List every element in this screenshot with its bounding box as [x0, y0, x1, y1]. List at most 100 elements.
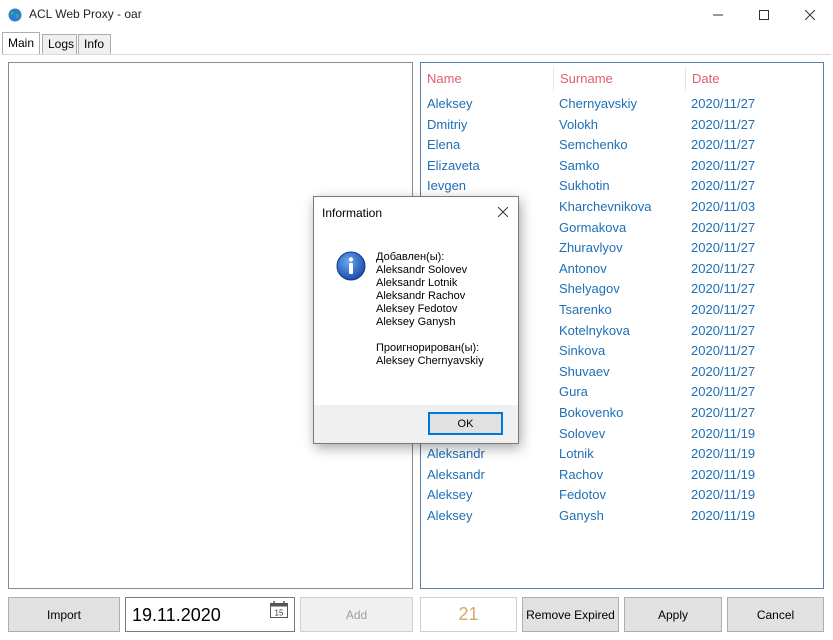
cell-surname: Antonov — [559, 260, 607, 276]
list-row[interactable]: Elena Semchenko 2020/11/27 — [421, 135, 823, 156]
info-icon — [336, 251, 366, 284]
cell-date: 2020/11/19 — [691, 425, 756, 441]
list-row[interactable]: Aleksey Ganysh 2020/11/19 — [421, 506, 823, 527]
cell-name: Elena — [427, 137, 461, 153]
cell-date: 2020/11/27 — [691, 343, 756, 359]
calendar-day: 15 — [275, 609, 284, 618]
cell-name: Elizaveta — [427, 157, 480, 173]
cell-date: 2020/11/27 — [691, 363, 756, 379]
dialog-message-line: Aleksandr Rachov — [376, 290, 466, 302]
list-row[interactable]: Dmitriy Volokh 2020/11/27 — [421, 115, 823, 136]
cell-surname: Tsarenko — [559, 301, 612, 317]
list-row[interactable]: Aleksandr Lotnik 2020/11/19 — [421, 444, 823, 465]
cell-surname: Shelyagov — [559, 281, 620, 297]
date-value: 19.11.2020 — [132, 605, 221, 625]
cell-date: 2020/11/27 — [691, 219, 756, 235]
cancel-button[interactable]: Cancel — [727, 597, 824, 632]
cell-date: 2020/11/19 — [691, 446, 756, 462]
tab-main[interactable]: Main — [2, 32, 40, 54]
cell-surname: Lotnik — [559, 446, 594, 462]
cell-surname: Chernyavskiy — [559, 96, 638, 111]
cell-date: 2020/11/27 — [691, 260, 756, 276]
list-row[interactable]: Aleksey Fedotov 2020/11/19 — [421, 485, 823, 506]
list-row[interactable]: Aleksey Chernyavskiy 2020/11/27 — [421, 94, 823, 115]
cell-surname: Solovev — [559, 425, 606, 441]
tab-logs[interactable]: Logs — [42, 34, 77, 54]
cell-surname: Kharchevnikova — [559, 198, 652, 214]
cell-surname: Samko — [559, 157, 600, 173]
cell-surname: Sukhotin — [559, 178, 610, 194]
cell-date: 2020/11/27 — [691, 116, 756, 132]
dialog-title: Information — [322, 206, 383, 220]
cell-name: Ievgen — [427, 178, 467, 194]
cell-date: 2020/11/27 — [691, 281, 756, 297]
minimize-button[interactable] — [695, 0, 741, 30]
cell-name: Dmitriy — [427, 116, 468, 132]
cell-surname: Shuvaev — [559, 363, 610, 379]
dialog-message-line: Aleksandr Lotnik — [376, 277, 458, 289]
ok-button[interactable]: OK — [428, 412, 503, 435]
minimize-icon — [713, 14, 723, 16]
maximize-icon — [759, 10, 769, 20]
dialog-close-button[interactable] — [490, 201, 516, 223]
dialog-message-line: Aleksey Chernyavskiy — [376, 355, 484, 367]
dialog-message-line: Aleksey Fedotov — [376, 303, 458, 315]
remove-expired-button[interactable]: Remove Expired — [522, 597, 619, 632]
cell-surname: Bokovenko — [559, 404, 624, 420]
cell-date: 2020/11/19 — [691, 507, 756, 523]
globe-icon — [8, 8, 22, 22]
window-title: ACL Web Proxy - oar — [29, 7, 142, 21]
cell-surname: Volokh — [559, 116, 599, 132]
cell-surname: Kotelnykova — [559, 322, 630, 338]
dialog-message-line — [376, 329, 484, 342]
list-row[interactable]: Ievgen Sukhotin 2020/11/27 — [421, 176, 823, 197]
maximize-button[interactable] — [741, 0, 787, 30]
date-picker[interactable]: 19.11.2020 15 — [125, 597, 295, 632]
cell-date: 2020/11/27 — [691, 404, 756, 420]
dialog-footer: OK — [314, 405, 518, 443]
column-header-name[interactable]: Name — [421, 67, 554, 91]
cell-surname: Fedotov — [559, 487, 606, 503]
dialog-message-line: Aleksey Ganysh — [376, 316, 456, 328]
close-icon — [498, 207, 508, 217]
close-icon — [805, 10, 815, 20]
dialog-message-line: Aleksandr Solovev — [376, 264, 468, 276]
cell-name: Aleksey — [427, 96, 473, 111]
cell-surname: Rachov — [559, 466, 604, 482]
cell-date: 2020/11/19 — [691, 466, 756, 482]
list-row[interactable]: Aleksandr Rachov 2020/11/19 — [421, 465, 823, 486]
column-header-surname[interactable]: Surname — [554, 67, 686, 91]
cell-surname: Semchenko — [559, 137, 628, 153]
list-row[interactable]: Elizaveta Samko 2020/11/27 — [421, 156, 823, 177]
cell-date: 2020/11/03 — [691, 198, 756, 214]
cell-name: Aleksey — [427, 507, 473, 523]
tab-info[interactable]: Info — [78, 34, 111, 54]
cell-date: 2020/11/27 — [691, 301, 756, 317]
apply-button[interactable]: Apply — [624, 597, 722, 632]
cell-date: 2020/11/27 — [691, 137, 756, 153]
close-button[interactable] — [787, 0, 833, 30]
cell-name: Aleksey — [427, 487, 473, 503]
cell-name: Aleksandr — [427, 466, 485, 482]
title-bar: ACL Web Proxy - oar — [0, 0, 833, 30]
information-dialog: Information Добавлен(ы): Aleksandr Solove… — [313, 196, 519, 444]
cell-date: 2020/11/27 — [691, 178, 756, 194]
dialog-message: Добавлен(ы): Aleksandr Solovev Aleksandr L… — [376, 251, 484, 368]
cell-surname: Zhuravlyov — [559, 240, 623, 256]
column-header-date[interactable]: Date — [686, 67, 823, 91]
cell-surname: Gormakova — [559, 219, 627, 235]
calendar-icon[interactable]: 15 — [270, 601, 288, 621]
dialog-message-line: Добавлен(ы): — [376, 251, 445, 263]
cell-date: 2020/11/27 — [691, 240, 756, 256]
tab-divider — [2, 54, 831, 55]
cell-surname: Gura — [559, 384, 588, 400]
cell-date: 2020/11/19 — [691, 487, 756, 503]
dialog-message-line: Проигнорирован(ы): — [376, 342, 480, 354]
count-display: 21 — [420, 597, 517, 632]
cell-date: 2020/11/27 — [691, 322, 756, 338]
cell-date: 2020/11/27 — [691, 157, 756, 173]
add-button[interactable]: Add — [300, 597, 413, 632]
list-header: Name Surname Date — [421, 63, 823, 93]
cell-date: 2020/11/27 — [691, 384, 756, 400]
import-button[interactable]: Import — [8, 597, 120, 632]
